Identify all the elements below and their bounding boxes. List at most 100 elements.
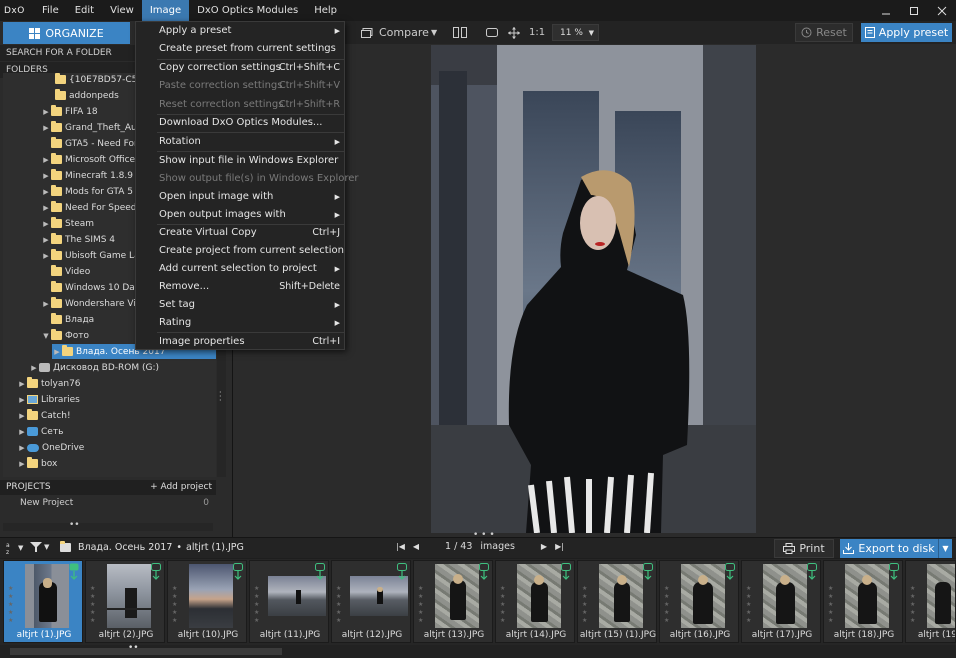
print-button[interactable]: Print [774,539,834,558]
rating-stars[interactable]: ★ ★ ★ ★ ★ [910,585,918,625]
thumbnail[interactable]: ★ ★ ★ ★ ★ altjrt (2).JPG [85,560,165,643]
thumbnail[interactable]: ★ ★ ★ ★ ★ altjrt (10).JPG [167,560,247,643]
rating-stars[interactable]: ★ ★ ★ ★ ★ [172,585,180,625]
menu-reset-correction[interactable]: Reset correction settings Ctrl+Shift+R [136,96,344,114]
thumbnail[interactable]: ★ ★ ★ ★ ★ altjrt (18).JPG [823,560,903,643]
tree-item[interactable]: ▶ OneDrive [17,440,84,455]
menu-dxo-optics-modules[interactable]: DxO Optics Modules [189,0,306,21]
last-page-icon[interactable]: ▶| [555,542,564,551]
tree-item[interactable]: ▶ Mods for GTA 5 [41,184,133,199]
tree-item[interactable]: ▶ Grand_Theft_Auto [41,120,146,135]
menu-add-to-project[interactable]: Add current selection to project ▶ [136,260,344,278]
rating-stars[interactable]: ★ ★ ★ ★ ★ [500,585,508,625]
menu-edit[interactable]: Edit [67,0,102,21]
menu-copy-correction[interactable]: Copy correction settings Ctrl+Shift+C [136,59,344,77]
rating-stars[interactable]: ★ ★ ★ ★ ★ [8,585,16,625]
rating-stars[interactable]: ★ ★ ★ ★ ★ [336,585,344,625]
scrollbar-thumb[interactable] [10,648,282,655]
thumbnail[interactable]: ★ ★ ★ ★ ★ altjrt (12).JPG [331,560,411,643]
compare-dropdown-icon[interactable]: ▼ [431,23,443,42]
organize-tab[interactable]: ORGANIZE [3,22,130,44]
tree-item[interactable]: Windows 10 Date [41,280,144,295]
compare-button[interactable]: Compare [355,23,431,42]
menu-rotation[interactable]: Rotation ▶ [136,133,344,151]
maximize-icon[interactable] [900,0,928,21]
tree-item[interactable]: ▶ The SIMS 4 [41,232,115,247]
tree-item[interactable]: addonpeds [45,88,119,103]
tree-item[interactable]: ▶ FIFA 18 [41,104,98,119]
tree-item[interactable]: Video [41,264,90,279]
menu-image-properties[interactable]: Image properties Ctrl+I [136,333,344,351]
menu-rating[interactable]: Rating ▶ [136,314,344,332]
tree-item[interactable]: Влада [41,312,94,327]
add-project-button[interactable]: + Add project [150,480,212,495]
tree-item[interactable]: ▶ Ubisoft Game Lau [41,248,145,263]
thumbnail[interactable]: ★ ★ ★ ★ ★ altjrt (13).JPG [413,560,493,643]
rating-stars[interactable]: ★ ★ ★ ★ ★ [254,585,262,625]
fit-to-screen-icon[interactable] [486,23,498,42]
tree-item[interactable]: ▼ Фото [41,328,89,343]
export-dropdown-icon[interactable]: ▼ [938,539,952,558]
rating-stars[interactable]: ★ ★ ★ ★ ★ [746,585,754,625]
filter-button[interactable]: ▼ [30,541,49,553]
thumbnail[interactable]: ★ ★ ★ ★ ★ altjrt (14).JPG [495,560,575,643]
tree-item[interactable]: ▶ Libraries [17,392,80,407]
first-page-icon[interactable]: |◀ [396,542,405,551]
close-icon[interactable] [928,0,956,21]
tree-item[interactable]: GTA5 - Need For [41,136,138,151]
tree-item[interactable]: ▶ tolyan76 [17,376,81,391]
menu-open-input-with[interactable]: Open input image with ▶ [136,188,344,206]
next-page-icon[interactable]: ▶ [541,542,547,551]
menu-create-virtual-copy[interactable]: Create Virtual Copy Ctrl+J [136,224,344,242]
menu-create-project[interactable]: Create project from current selection [136,242,344,260]
rating-stars[interactable]: ★ ★ ★ ★ ★ [828,585,836,625]
apply-preset-button[interactable]: Apply preset [861,23,952,42]
split-view-icon[interactable] [453,23,467,42]
tree-item[interactable]: ▶ Steam [41,216,94,231]
menu-open-output-with[interactable]: Open output images with ▶ [136,206,344,224]
menu-file[interactable]: File [34,0,67,21]
thumbnail[interactable]: ★ ★ ★ ★ ★ altjrt (17).JPG [741,560,821,643]
grid-icon [29,27,41,39]
tree-item[interactable]: ▶ box [17,456,57,471]
menu-apply-preset[interactable]: Apply a preset ▶ [136,22,344,40]
rating-stars[interactable]: ★ ★ ★ ★ ★ [90,585,98,625]
menu-show-output-file[interactable]: Show output file(s) in Windows Explorer [136,170,359,188]
prev-page-icon[interactable]: ◀ [413,542,419,551]
tree-item[interactable]: ▶ Wondershare Vid [41,296,142,311]
menu-view[interactable]: View [102,0,142,21]
thumbnail[interactable]: ★ ★ ★ ★ ★ altjrt (11).JPG [249,560,329,643]
breadcrumb-folder[interactable]: Влада. Осень 2017 [78,542,172,553]
tree-item[interactable]: ▶ Сеть [17,424,63,439]
thumbnail[interactable]: ★ ★ ★ ★ ★ altjrt (1).JPG [3,560,83,643]
export-to-disk-button[interactable]: Export to disk [840,539,938,558]
filmstrip-scrollbar[interactable]: •• [0,643,956,658]
move-hand-icon[interactable] [508,23,520,42]
menu-image[interactable]: Image [141,0,190,21]
tree-item[interactable]: ▶ Need For Speed T [41,200,145,215]
rating-stars[interactable]: ★ ★ ★ ★ ★ [418,585,426,625]
menu-help[interactable]: Help [306,0,345,21]
reset-button[interactable]: Reset [795,23,853,42]
menu-remove[interactable]: Remove... Shift+Delete [136,278,344,296]
zoom-100-button[interactable]: 1:1 [529,23,545,42]
project-item[interactable]: New Project 0 [3,496,213,510]
sort-button[interactable]: az ▼ [6,541,23,555]
menu-create-preset[interactable]: Create preset from current settings [136,40,344,58]
tree-item[interactable]: ▶ Catch! [17,408,71,423]
thumbnail[interactable]: ★ ★ ★ ★ ★ altjrt (19 [905,560,956,643]
menu-download-modules[interactable]: Download DxO Optics Modules... [136,114,344,132]
menu-show-input-file[interactable]: Show input file in Windows Explorer [136,152,344,170]
thumbnail[interactable]: ★ ★ ★ ★ ★ altjrt (15) (1).JPG [577,560,657,643]
rating-stars[interactable]: ★ ★ ★ ★ ★ [582,585,590,625]
thumbnail[interactable]: ★ ★ ★ ★ ★ altjrt (16).JPG [659,560,739,643]
rating-stars[interactable]: ★ ★ ★ ★ ★ [664,585,672,625]
tree-item[interactable]: ▶ Microsoft Office [41,152,135,167]
tree-item[interactable]: ▶ Minecraft 1.8.9 [41,168,133,183]
menu-paste-correction[interactable]: Paste correction settings Ctrl+Shift+V [136,77,344,95]
menu-set-tag[interactable]: Set tag ▶ [136,296,344,314]
left-horizontal-scrollbar[interactable]: •• [3,520,213,531]
zoom-select[interactable]: 11 % ▼ [552,24,599,41]
tree-item[interactable]: ▶ Дисковод BD-ROM (G:) [29,360,159,375]
minimize-icon[interactable] [872,0,900,21]
